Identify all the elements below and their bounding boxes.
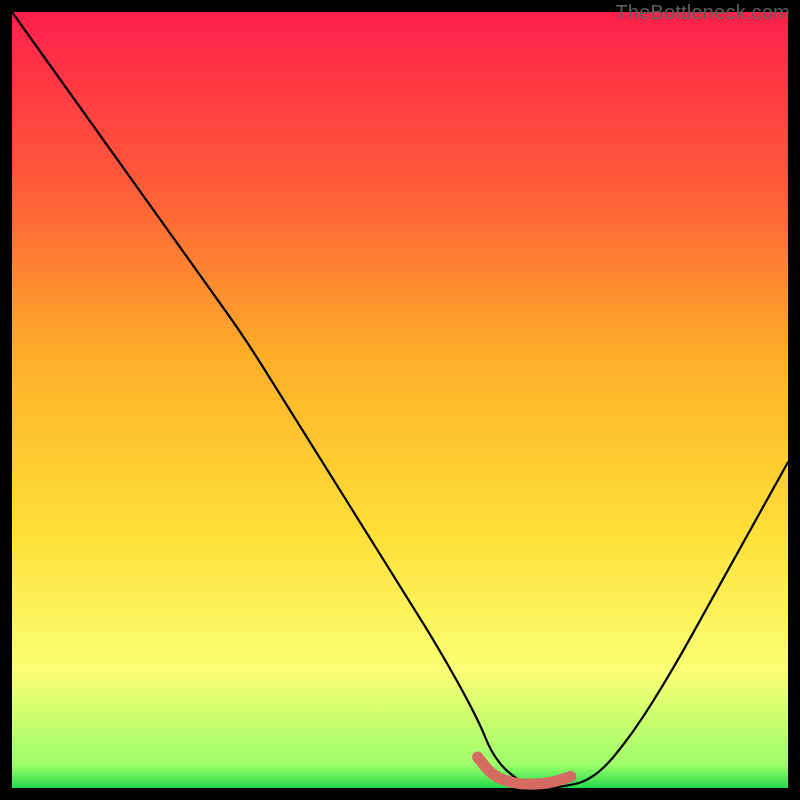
watermark-text: TheBottleneck.com [615, 2, 790, 25]
chart-svg [0, 0, 800, 800]
chart-container: TheBottleneck.com [0, 0, 800, 800]
